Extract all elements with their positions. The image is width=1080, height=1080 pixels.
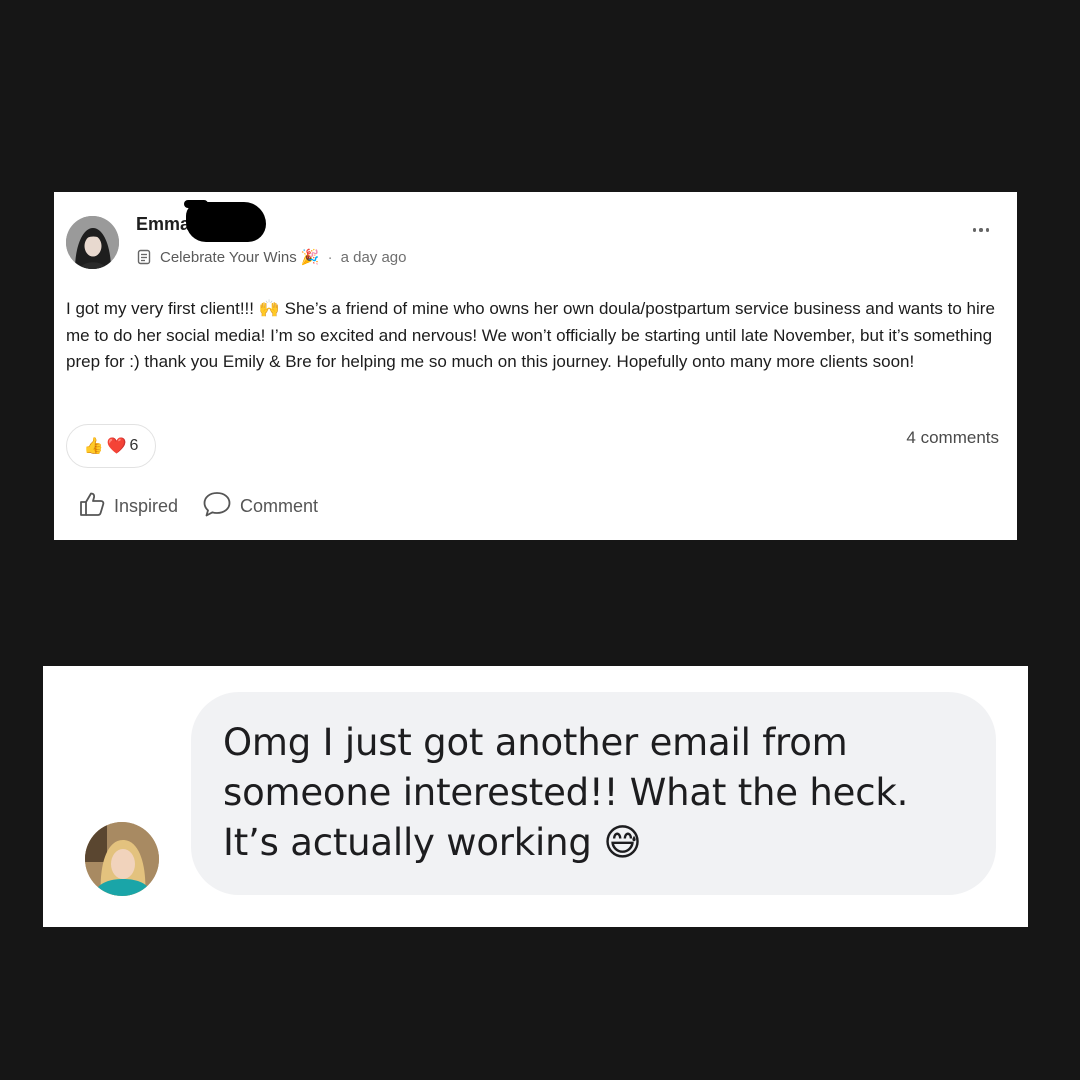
inspired-label: Inspired [114,496,179,516]
comments-count-link[interactable]: 4 comments [906,428,999,448]
thumbs-up-icon: 👍 [83,438,104,455]
post-meta: Celebrate Your Wins 🎉 · a day ago [136,248,406,266]
post-body: I got my very first client!!! 🙌 She’s a … [66,299,995,371]
reaction-count: 6 [129,437,139,454]
sender-avatar[interactable] [85,822,159,896]
reactions-button[interactable]: 👍 ❤️ 6 [66,424,156,468]
thumbs-up-outline-icon [78,490,106,523]
more-options-icon[interactable] [972,228,989,232]
comment-label: Comment [240,496,319,516]
heart-icon: ❤️ [106,438,127,455]
comment-button[interactable]: Comment [202,490,318,523]
post-timestamp: a day ago [340,248,407,266]
speech-bubble-icon [202,490,232,523]
inspired-button[interactable]: Inspired [78,490,178,523]
message-text: Omg I just got another email from someon… [223,721,909,864]
meta-separator: · [327,248,333,266]
author-avatar[interactable] [66,216,119,269]
author-name[interactable]: Emma [136,214,190,235]
category-icon [136,249,152,265]
message-bubble: Omg I just got another email from someon… [191,692,996,895]
post-card: Emma Celebrate Your Wins 🎉 · a day ago I… [54,192,1017,540]
chat-card: Omg I just got another email from someon… [43,666,1028,927]
category-link[interactable]: Celebrate Your Wins 🎉 [160,248,320,266]
redaction-mark [184,200,266,242]
